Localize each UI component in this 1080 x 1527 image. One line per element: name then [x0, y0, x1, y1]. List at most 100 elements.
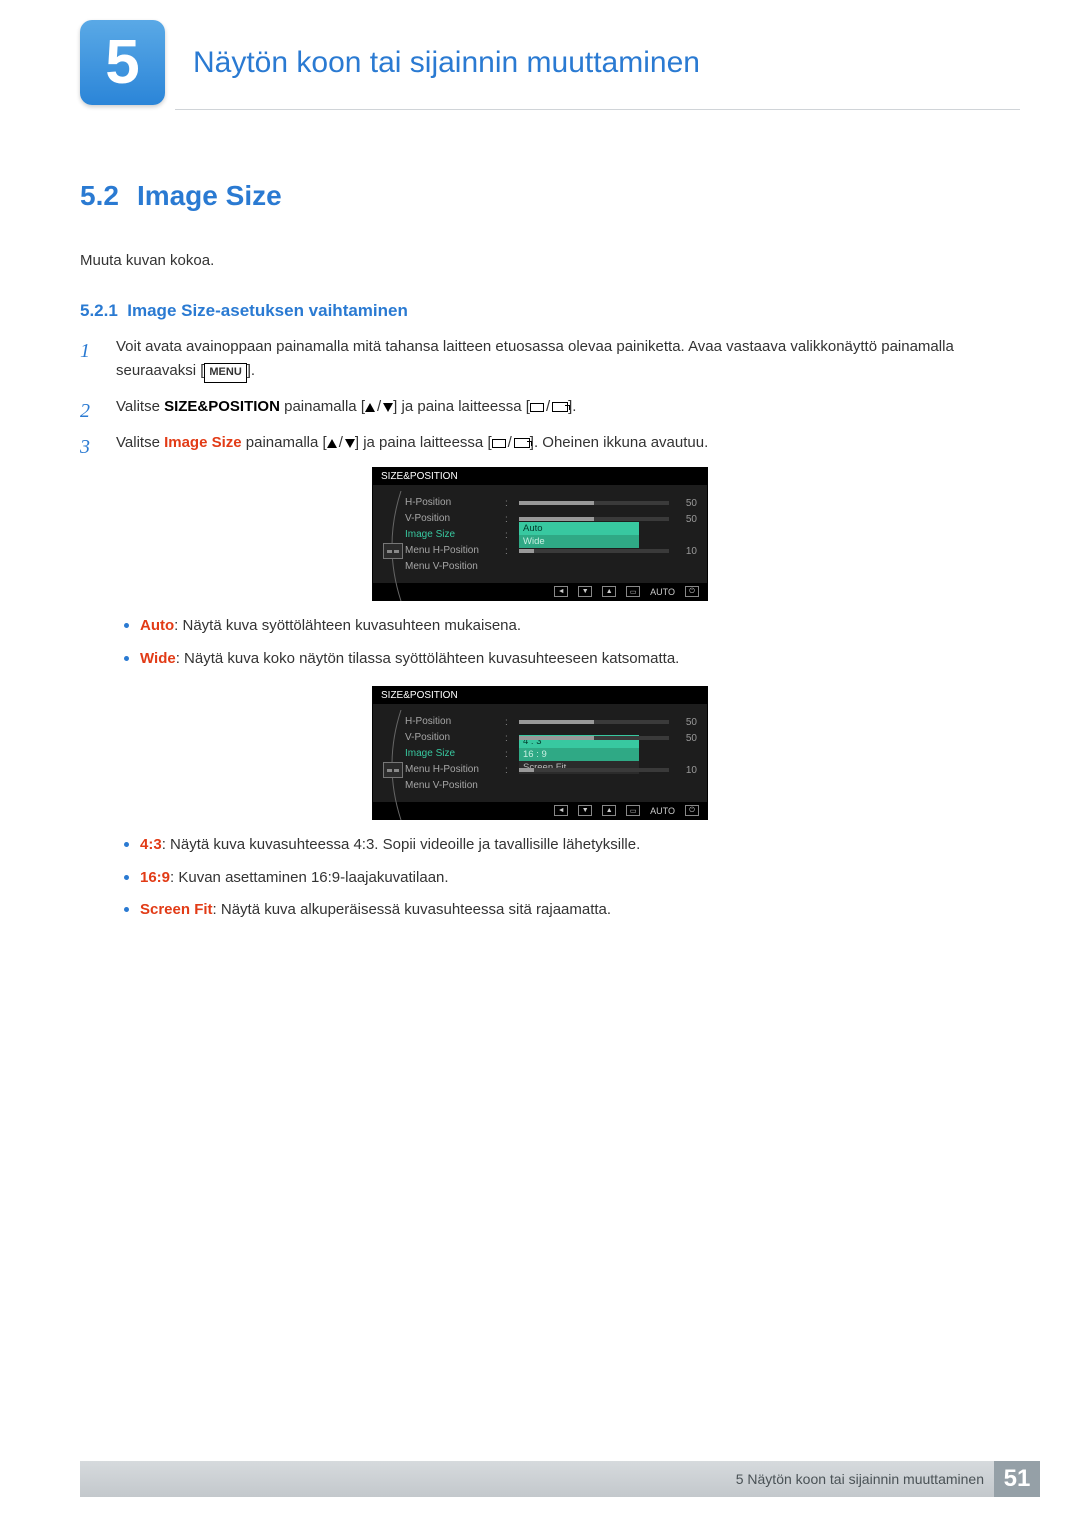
osd-value-menuvp: 10	[675, 546, 697, 557]
bullet-text: : Näytä kuva kuvasuhteessa 4:3. Sopii vi…	[162, 836, 641, 853]
osd-labels: H-Position V-Position Image Size Menu H-…	[405, 495, 505, 575]
steps-list: 1 Voit avata avainoppaan painamalla mitä…	[80, 335, 1000, 455]
bullet-key: 4:3	[140, 836, 162, 853]
up-down-icon: /	[365, 395, 393, 419]
chapter-header: 5 Näytön koon tai sijainnin muuttaminen	[80, 20, 700, 105]
bullet-text: : Näytä kuva alkuperäisessä kuvasuhteess…	[213, 901, 612, 918]
osd-dropdown: Auto Wide	[519, 522, 639, 548]
nav-down-icon: ▼	[578, 805, 592, 816]
step-number: 2	[80, 395, 90, 427]
step-text: ] ja paina laitteessa [	[393, 398, 530, 415]
nav-left-icon: ◄	[554, 586, 568, 597]
nav-left-icon: ◄	[554, 805, 568, 816]
step-text: painamalla [	[280, 398, 365, 415]
step-1: 1 Voit avata avainoppaan painamalla mitä…	[80, 335, 1000, 383]
nav-menu-icon: ▭	[626, 805, 640, 816]
bullet-item: 16:9: Kuvan asettaminen 16:9-laajakuvati…	[124, 867, 1000, 890]
section-intro: Muuta kuvan kokoa.	[80, 252, 1000, 269]
section-number: 5.2	[80, 180, 119, 211]
osd-title: SIZE&POSITION	[373, 468, 707, 485]
slider-icon	[519, 517, 669, 521]
step-bold: SIZE&POSITION	[164, 398, 280, 415]
step-text-tail: ].	[247, 362, 255, 379]
osd-category-icon	[383, 762, 403, 778]
source-enter-icon: /	[492, 431, 530, 455]
nav-down-icon: ▼	[578, 586, 592, 597]
bullet-text: : Näytä kuva syöttölähteen kuvasuhteen m…	[174, 617, 521, 634]
bullet-list-1: Auto: Näytä kuva syöttölähteen kuvasuhte…	[80, 615, 1000, 670]
up-down-icon: /	[327, 431, 355, 455]
bullet-key: 16:9	[140, 869, 170, 886]
osd-value-vpos: 50	[675, 733, 697, 744]
osd-screenshot-2: SIZE&POSITION H-Position V-Position Imag…	[372, 686, 708, 820]
osd-values: :50 :50 : 4 : 3 16 : 9 Screen Fit :10	[505, 714, 697, 794]
osd-curve-decor	[379, 714, 405, 794]
osd-footer-auto: AUTO	[650, 806, 675, 816]
step-text: painamalla [	[242, 434, 327, 451]
step-number: 1	[80, 335, 90, 367]
subsection-number: 5.2.1	[80, 301, 118, 320]
menu-button-icon: MENU	[204, 363, 246, 383]
bullet-key: Auto	[140, 617, 174, 634]
chapter-number-badge: 5	[80, 20, 165, 105]
osd-footer: ◄ ▼ ▲ ▭ AUTO ⏻	[373, 583, 707, 600]
osd-option: Wide	[519, 535, 639, 548]
osd-label-vpos: V-Position	[405, 511, 505, 527]
subsection-title: Image Size-asetuksen vaihtaminen	[127, 301, 408, 320]
osd-label-imagesize: Image Size	[405, 746, 505, 762]
osd-option-selected: Auto	[519, 522, 639, 535]
step-text: Valitse	[116, 434, 164, 451]
osd-footer-auto: AUTO	[650, 587, 675, 597]
slider-icon	[519, 768, 669, 772]
section-title: Image Size	[137, 180, 282, 211]
bullet-key: Wide	[140, 650, 176, 667]
osd-label-menuhp: Menu H-Position	[405, 543, 505, 559]
step-3: 3 Valitse Image Size painamalla [/] ja p…	[80, 431, 1000, 455]
osd-values: :50 :50 : Auto Wide :10	[505, 495, 697, 575]
osd-value-hpos: 50	[675, 498, 697, 509]
bullet-key: Screen Fit	[140, 901, 213, 918]
osd-label-menuhp: Menu H-Position	[405, 762, 505, 778]
slider-icon	[519, 736, 669, 740]
osd-category-icon	[383, 543, 403, 559]
slider-icon	[519, 501, 669, 505]
subsection-heading: 5.2.1 Image Size-asetuksen vaihtaminen	[80, 301, 1000, 321]
bullet-item: Wide: Näytä kuva koko näytön tilassa syö…	[124, 648, 1000, 671]
chapter-title: Näytön koon tai sijainnin muuttaminen	[193, 46, 700, 80]
nav-up-icon: ▲	[602, 805, 616, 816]
osd-label-imagesize: Image Size	[405, 527, 505, 543]
step-bold-red: Image Size	[164, 434, 242, 451]
bullet-text: : Näytä kuva koko näytön tilassa syöttöl…	[176, 650, 680, 667]
nav-up-icon: ▲	[602, 586, 616, 597]
bullet-item: 4:3: Näytä kuva kuvasuhteessa 4:3. Sopii…	[124, 834, 1000, 857]
page-footer: 5 Näytön koon tai sijainnin muuttaminen …	[80, 1461, 1040, 1497]
osd-value-menuvp: 10	[675, 765, 697, 776]
source-enter-icon: /	[530, 395, 568, 419]
footer-text: 5 Näytön koon tai sijainnin muuttaminen	[736, 1471, 984, 1487]
osd-option: 16 : 9	[519, 748, 639, 761]
bullet-text: : Kuvan asettaminen 16:9-laajakuvatilaan…	[170, 869, 449, 886]
osd-value-vpos: 50	[675, 514, 697, 525]
page: 5 Näytön koon tai sijainnin muuttaminen …	[0, 0, 1080, 1527]
step-text: Valitse	[116, 398, 164, 415]
osd-label-hpos: H-Position	[405, 495, 505, 511]
osd-footer: ◄ ▼ ▲ ▭ AUTO ⏻	[373, 802, 707, 819]
osd-value-hpos: 50	[675, 717, 697, 728]
osd-screenshot-1: SIZE&POSITION H-Position V-Position Imag…	[372, 467, 708, 601]
page-number: 51	[994, 1461, 1040, 1497]
power-icon: ⏻	[685, 586, 699, 597]
slider-icon	[519, 720, 669, 724]
power-icon: ⏻	[685, 805, 699, 816]
step-2: 2 Valitse SIZE&POSITION painamalla [/] j…	[80, 395, 1000, 419]
osd-title: SIZE&POSITION	[373, 687, 707, 704]
step-number: 3	[80, 431, 90, 463]
content-column: 5.2 Image Size Muuta kuvan kokoa. 5.2.1 I…	[80, 180, 1000, 938]
chapter-divider	[175, 109, 1020, 110]
step-text: ] ja paina laitteessa [	[355, 434, 492, 451]
osd-label-menuvp: Menu V-Position	[405, 559, 505, 575]
section-heading: 5.2 Image Size	[80, 180, 1000, 212]
bullet-item: Screen Fit: Näytä kuva alkuperäisessä ku…	[124, 899, 1000, 922]
osd-curve-decor	[379, 495, 405, 575]
osd-label-vpos: V-Position	[405, 730, 505, 746]
bullet-item: Auto: Näytä kuva syöttölähteen kuvasuhte…	[124, 615, 1000, 638]
